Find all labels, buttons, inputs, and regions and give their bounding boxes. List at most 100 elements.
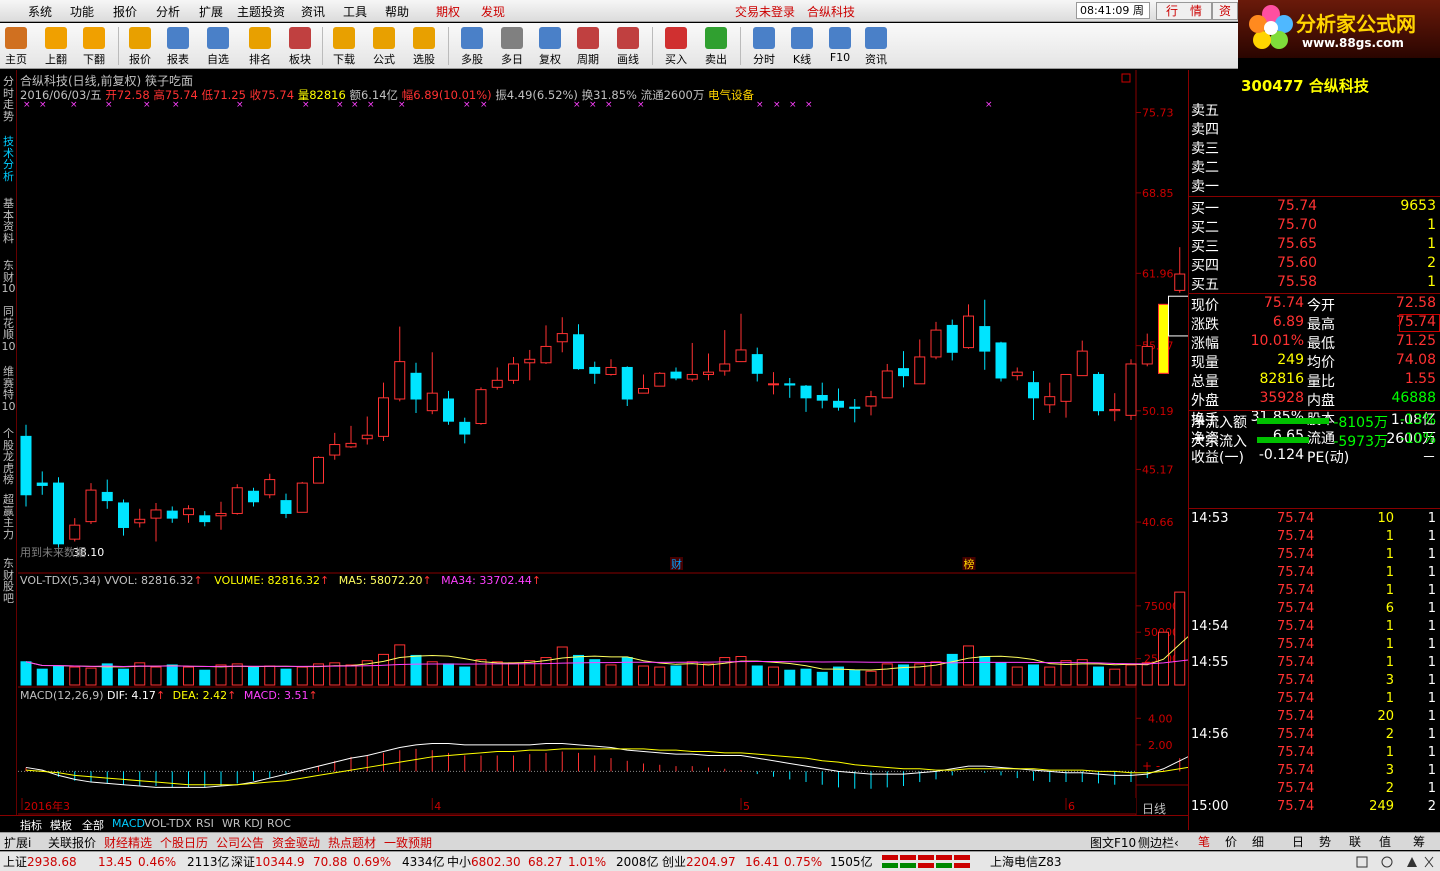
candle-body[interactable] <box>816 394 828 401</box>
candle-body[interactable] <box>69 524 81 540</box>
leftnav-item-4[interactable]: 同花顺10 <box>0 306 17 352</box>
buy-level-volume[interactable]: 1 <box>1427 236 1436 252</box>
indicator-tab-6[interactable]: WR <box>222 817 241 830</box>
f10-button[interactable]: F10 <box>822 25 858 67</box>
candle-body[interactable] <box>605 366 617 375</box>
candle-body[interactable] <box>36 482 48 486</box>
candle-body[interactable] <box>654 372 666 387</box>
menu-function[interactable]: 功能 <box>70 3 94 20</box>
candle-body[interactable] <box>751 354 763 374</box>
candle-body[interactable] <box>1060 373 1072 402</box>
candle-body[interactable] <box>914 356 926 385</box>
candle-body[interactable] <box>881 370 893 399</box>
candle-body[interactable] <box>475 389 487 425</box>
page-down-button[interactable]: 下翻 <box>76 25 112 67</box>
news-button[interactable]: 资讯 <box>858 25 894 67</box>
candle-body[interactable] <box>719 363 731 372</box>
menu-help[interactable]: 帮助 <box>385 3 409 20</box>
leftnav-item-0[interactable]: 分时走势 <box>0 76 17 122</box>
watchlist-button[interactable]: 自选 <box>200 25 236 67</box>
menu-extend[interactable]: 扩展 <box>199 3 223 20</box>
candle-body[interactable] <box>426 392 438 412</box>
candle-body[interactable] <box>264 479 276 496</box>
candle-body[interactable] <box>524 358 536 364</box>
sell-button[interactable]: 卖出 <box>698 25 734 67</box>
candle-body[interactable] <box>621 366 633 400</box>
candle-body[interactable] <box>85 489 97 523</box>
drawing-button[interactable]: 画线 <box>610 25 646 67</box>
limit-up-candle[interactable] <box>1158 303 1169 374</box>
indicator-tab-0[interactable]: 指标 <box>20 817 42 833</box>
report-button[interactable]: 报表 <box>160 25 196 67</box>
candle-body[interactable] <box>1011 371 1023 377</box>
candle-body[interactable] <box>410 372 422 400</box>
chart-area[interactable]: 75.73 68.85 61.96 55.77 50.19 45.17 40.66 × × × × ×… <box>18 70 1188 830</box>
event-marker-event_cai[interactable]: 财 <box>671 557 682 571</box>
candle-body[interactable] <box>134 518 146 524</box>
quote-tab-3[interactable]: 日 <box>1285 833 1311 850</box>
tab-info[interactable]: 资 <box>1212 2 1238 20</box>
quote-tab-5[interactable]: 联 <box>1342 833 1368 850</box>
candle-body[interactable] <box>833 400 844 408</box>
intraday-button[interactable]: 分时 <box>746 25 782 67</box>
buy-level-volume[interactable]: 2 <box>1427 255 1436 271</box>
buy-level-volume[interactable]: 1 <box>1427 274 1436 290</box>
kline-chart-svg[interactable]: 75.7368.8561.9655.7750.1945.1740.66× × × × ×… <box>18 70 1188 830</box>
leftnav-item-1[interactable]: 技术分析 <box>0 136 17 182</box>
candle-body[interactable] <box>735 349 747 363</box>
candle-body[interactable] <box>101 491 113 502</box>
quote-tab-0[interactable]: 笔 <box>1191 833 1217 850</box>
quote-tab-4[interactable]: 势 <box>1312 833 1338 850</box>
network-status[interactable]: 上海电信Z83 <box>990 853 1062 871</box>
candle-body[interactable] <box>784 383 796 386</box>
menu-quote[interactable]: 报价 <box>113 3 137 20</box>
candle-body[interactable] <box>53 482 64 545</box>
candle-body[interactable] <box>963 315 974 349</box>
leftnav-item-6[interactable]: 个股龙虎榜 <box>0 428 17 486</box>
sector-button[interactable]: 板块 <box>282 25 318 67</box>
quote-tab-2[interactable]: 细 <box>1245 833 1271 850</box>
candle-body[interactable] <box>248 490 259 503</box>
menu-news[interactable]: 资讯 <box>301 3 325 20</box>
candle-body[interactable] <box>979 326 991 352</box>
quote-button[interactable]: 报价 <box>122 25 158 67</box>
page-tab-1[interactable]: 关联报价 <box>46 834 98 851</box>
candle-body[interactable] <box>898 368 909 377</box>
candle-body[interactable] <box>296 482 308 513</box>
candle-body[interactable] <box>589 366 601 374</box>
candle-body[interactable] <box>800 385 812 399</box>
candle-body[interactable] <box>849 406 861 409</box>
login-status[interactable]: 交易未登录 <box>735 3 795 20</box>
candle-body[interactable] <box>703 371 714 375</box>
menu-system[interactable]: 系统 <box>28 3 52 20</box>
candle-body[interactable] <box>459 421 471 435</box>
page-tab-7[interactable]: 一致预期 <box>382 834 434 851</box>
candle-body[interactable] <box>150 509 162 519</box>
stock-picker-button[interactable]: 选股 <box>406 25 442 67</box>
macd-plus-minus[interactable]: + - <box>1142 759 1160 773</box>
menu-tools[interactable]: 工具 <box>343 3 367 20</box>
indicator-tab-7[interactable]: KDJ <box>244 817 263 830</box>
candle-body[interactable] <box>508 363 519 381</box>
candle-body[interactable] <box>491 379 503 388</box>
event-marker-event_bang[interactable]: 榜 <box>964 557 975 571</box>
candle-body[interactable] <box>1093 373 1104 412</box>
quote-tab-7[interactable]: 筹 <box>1406 833 1432 850</box>
candle-body[interactable] <box>995 342 1007 379</box>
candle-body[interactable] <box>345 442 357 448</box>
menu-options[interactable]: 期权 <box>436 3 460 20</box>
page-tab-5[interactable]: 资金驱动 <box>270 834 322 851</box>
candle-body[interactable] <box>215 512 227 517</box>
candle-body[interactable] <box>573 334 584 370</box>
adjust-button[interactable]: 复权 <box>532 25 568 67</box>
indicator-tab-8[interactable]: ROC <box>267 817 291 830</box>
candle-body[interactable] <box>1044 396 1056 406</box>
candle-body[interactable] <box>556 333 568 343</box>
page-tab-0[interactable]: 扩展ⅰ <box>2 834 33 851</box>
candle-body[interactable] <box>361 434 373 440</box>
candle-body[interactable] <box>1028 382 1039 399</box>
page-tab-6[interactable]: 热点题材 <box>326 834 378 851</box>
candle-body[interactable] <box>638 387 649 394</box>
buy-level-volume[interactable]: 9653 <box>1400 198 1436 214</box>
candle-body[interactable] <box>686 373 698 380</box>
